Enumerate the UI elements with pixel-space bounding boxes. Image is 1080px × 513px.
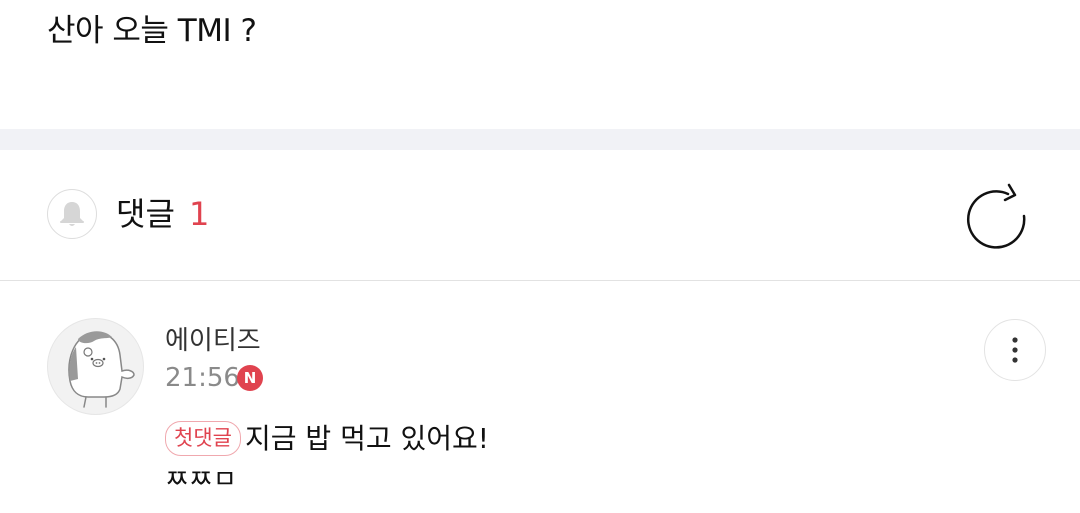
refresh-icon [966,183,1026,249]
avatar-character-icon [68,331,135,408]
comments-count: 1 [189,195,210,233]
refresh-button[interactable] [962,182,1030,250]
section-divider [0,129,1080,150]
new-badge: N [237,365,263,391]
notification-bell-button[interactable] [47,189,97,239]
comment-author[interactable]: 에이티즈 [165,324,261,358]
comments-title: 댓글 [116,195,175,233]
comment-text: 지금 밥 먹고 있어요! [245,422,490,455]
more-vertical-icon [1012,337,1018,363]
comment-text-line2: ㅉㅉㅁ [165,465,237,495]
comment-time: 21:56 [165,363,240,393]
bell-icon [60,202,84,226]
avatar[interactable] [47,318,144,415]
post-title: 산아 오늘 TMI ? [47,13,257,49]
comment-item: 에이티즈 21:56 N 첫댓글 지금 밥 먹고 있어요! ㅉㅉㅁ [0,281,1080,513]
comments-header: 댓글 1 [0,150,1080,281]
first-comment-badge: 첫댓글 [165,421,241,456]
more-options-button[interactable] [984,319,1046,381]
